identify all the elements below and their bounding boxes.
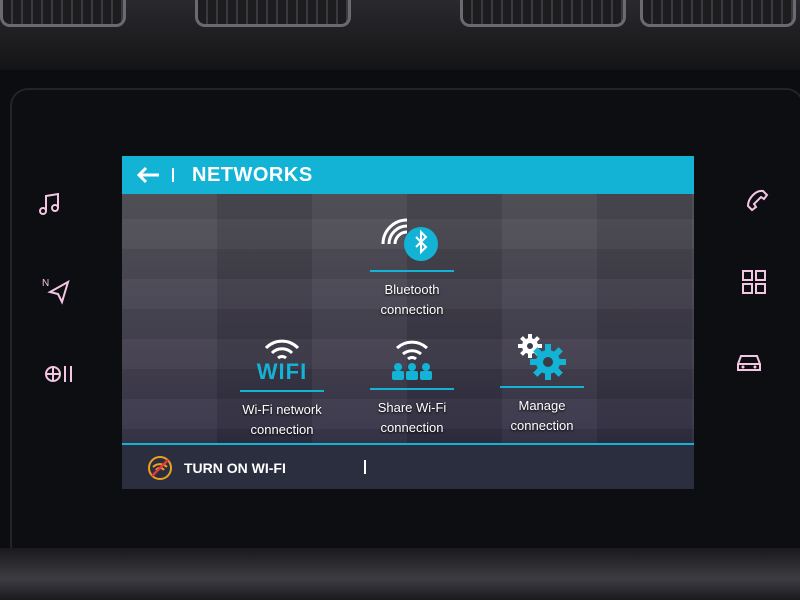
focus-cursor	[364, 460, 366, 474]
svg-text:N: N	[42, 278, 49, 289]
tile-label: connection	[380, 302, 444, 317]
tile-underline	[240, 390, 324, 392]
header-separator	[172, 168, 174, 182]
car-icon[interactable]	[731, 344, 767, 380]
tile-underline	[370, 388, 454, 390]
air-vent	[0, 0, 126, 27]
bluetooth-icon	[352, 204, 472, 264]
climate-icon[interactable]	[42, 356, 78, 392]
share-wifi-connection-tile[interactable]: Share Wi-Fi connection	[352, 322, 472, 438]
tile-label: Wi-Fi network	[242, 402, 322, 417]
tile-label: connection	[510, 418, 574, 433]
air-vent	[460, 0, 626, 27]
page-title: NETWORKS	[192, 163, 313, 186]
wifi-icon: WIFI	[222, 324, 342, 384]
wifi-network-connection-tile[interactable]: WIFI Wi-Fi network connection	[222, 324, 342, 440]
music-icon[interactable]	[32, 186, 68, 222]
air-vent	[640, 0, 796, 27]
manage-connection-tile[interactable]: Manage connection	[482, 320, 602, 436]
wifi-text-logo: WIFI	[256, 359, 308, 384]
tile-underline	[370, 270, 454, 272]
back-arrow-icon	[136, 166, 159, 184]
turn-on-wifi-label: TURN ON WI-FI	[184, 460, 286, 476]
tile-label: connection	[380, 420, 444, 435]
navigation-icon[interactable]: N	[38, 272, 74, 308]
back-button[interactable]	[128, 156, 168, 194]
tile-label: Manage	[518, 398, 566, 413]
dashboard-bottom	[0, 548, 800, 600]
bluetooth-connection-tile[interactable]: Bluetooth connection	[352, 204, 472, 320]
dashboard-top	[0, 0, 800, 70]
tile-label: connection	[250, 422, 314, 437]
phone-icon[interactable]	[740, 184, 776, 220]
wifi-off-icon	[146, 454, 174, 482]
tile-label: Bluetooth	[384, 282, 440, 297]
tile-underline	[500, 386, 584, 388]
header-bar: NETWORKS	[122, 156, 694, 194]
air-vent	[195, 0, 351, 27]
tile-label: Share Wi-Fi	[377, 400, 447, 415]
gears-icon	[482, 320, 602, 380]
apps-icon[interactable]	[736, 264, 772, 300]
turn-on-wifi-bar[interactable]: TURN ON WI-FI	[122, 443, 694, 489]
infotainment-screen: NETWORKS Bluetooth connection WIFI Wi-Fi…	[122, 156, 694, 489]
share-wifi-icon	[352, 322, 472, 382]
